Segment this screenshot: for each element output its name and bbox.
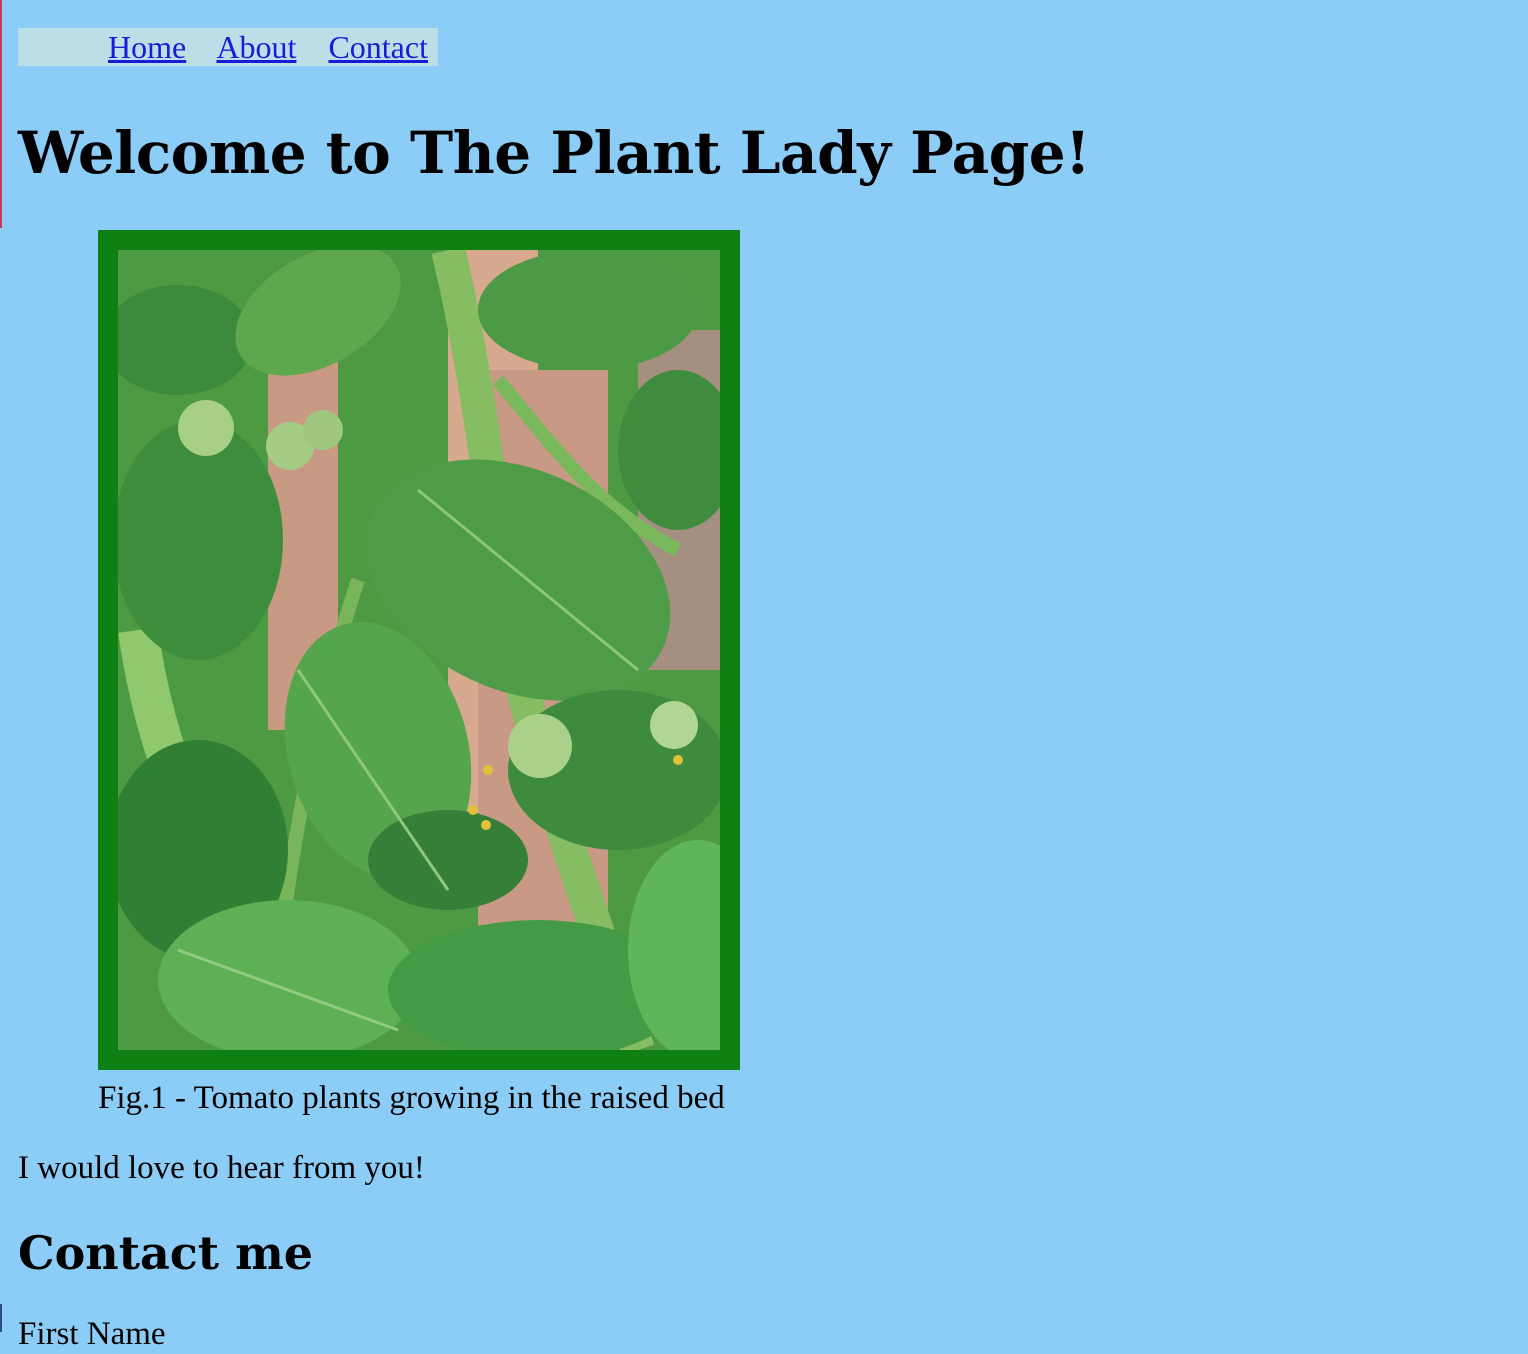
nav-link-about[interactable]: About: [216, 29, 296, 65]
nav-link-home[interactable]: Home: [108, 29, 186, 65]
tomato-photo: [98, 230, 740, 1070]
tomato-figure: Fig.1 - Tomato plants growing in the rai…: [98, 230, 798, 1118]
tomato-plant-image: [118, 250, 720, 1050]
page-title: Welcome to The Plant Lady Page!: [18, 119, 1091, 187]
top-nav: Home About Contact: [18, 28, 438, 66]
figure-caption: Fig.1 - Tomato plants growing in the rai…: [98, 1080, 725, 1116]
contact-heading: Contact me: [18, 1226, 314, 1280]
page-body: Home About Contact Welcome to The Plant …: [18, 28, 1528, 1354]
window-edge-marker: [0, 0, 2, 228]
intro-text: I would love to hear from you!: [18, 1150, 425, 1186]
first-name-label: First Name: [18, 1316, 166, 1352]
window-edge-marker-bottom: [0, 1304, 2, 1332]
nav-link-contact[interactable]: Contact: [328, 29, 428, 65]
